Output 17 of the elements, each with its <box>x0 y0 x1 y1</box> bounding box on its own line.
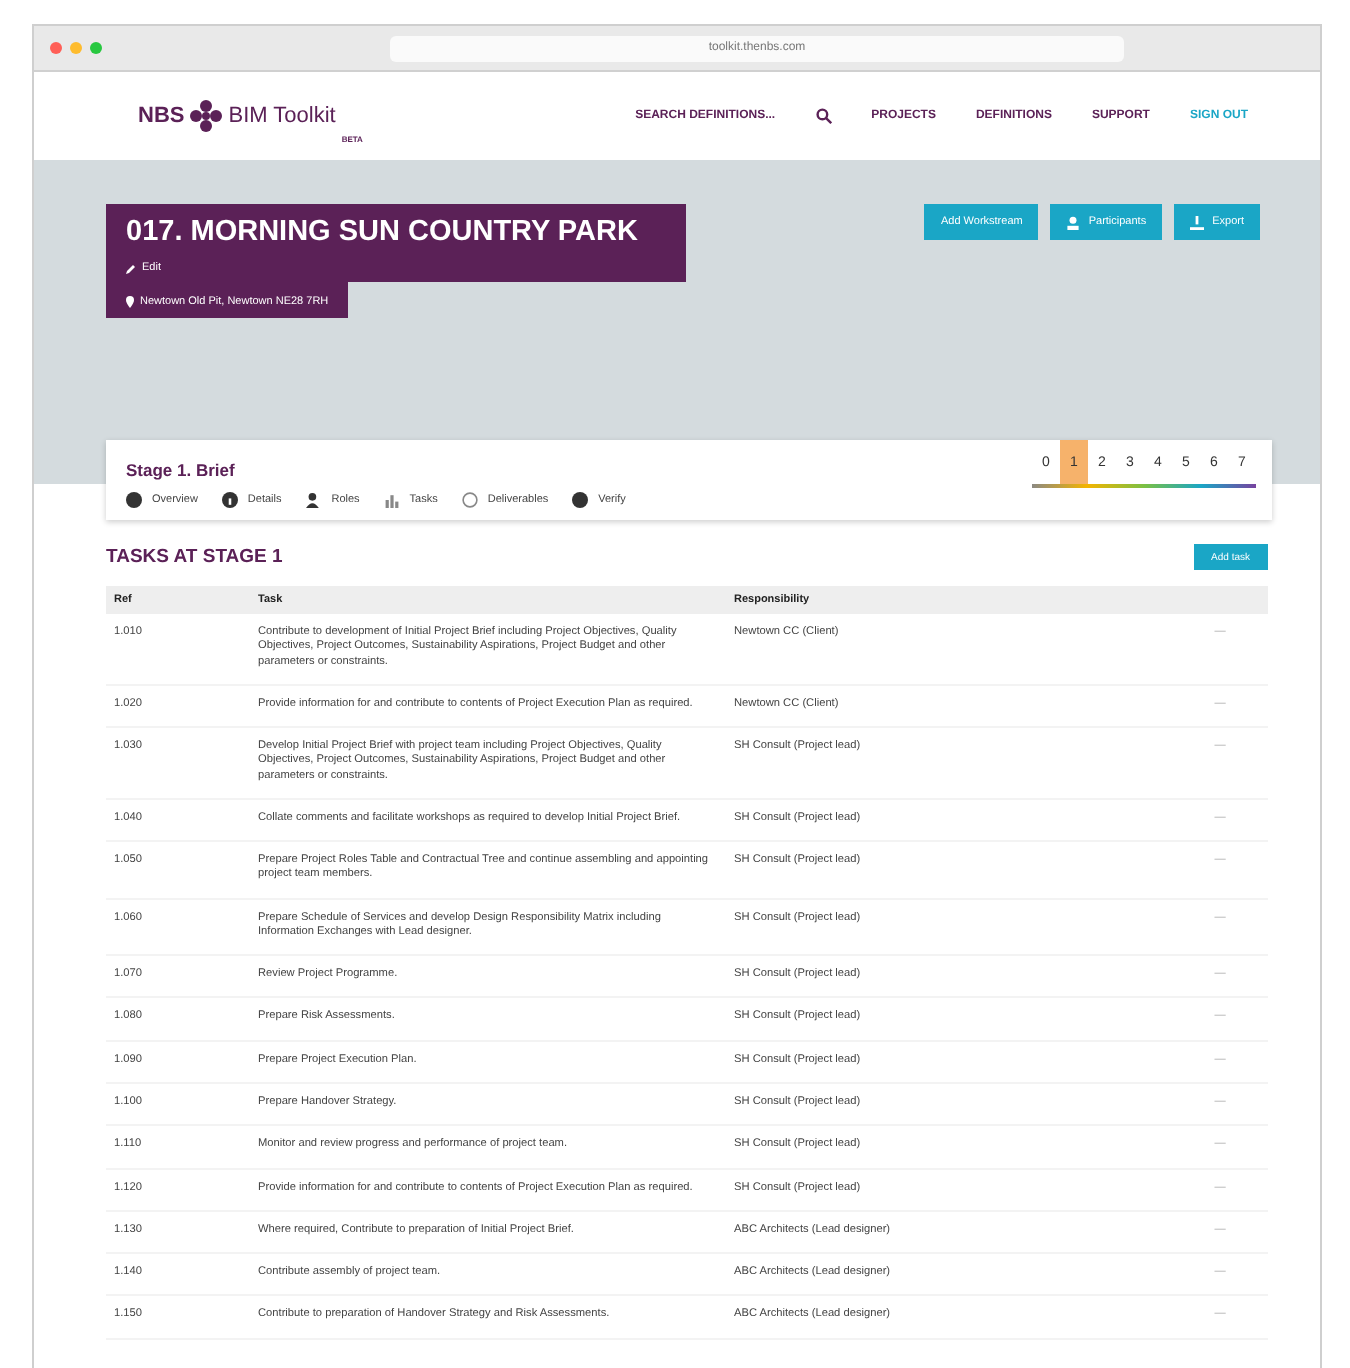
pencil-icon <box>126 263 136 273</box>
logo-icon <box>190 100 223 132</box>
location-pin-icon <box>126 296 134 308</box>
minimize-icon[interactable] <box>70 42 82 54</box>
bars-icon <box>383 492 400 508</box>
search-icon[interactable] <box>815 108 832 124</box>
stage-title: Stage 1. Brief <box>126 460 235 480</box>
person-icon <box>1066 215 1081 229</box>
close-icon[interactable] <box>50 42 62 54</box>
section-heading: TASKS AT STAGE 1 <box>106 546 283 568</box>
maximize-icon[interactable] <box>90 42 102 54</box>
info-icon <box>221 492 238 508</box>
project-title: 017. MORNING SUN COUNTRY PARK <box>126 216 640 248</box>
download-icon <box>1190 215 1205 229</box>
logo-text: NBS <box>138 104 185 128</box>
person-icon <box>305 492 322 508</box>
logo-text: BIM Toolkit <box>228 104 336 128</box>
